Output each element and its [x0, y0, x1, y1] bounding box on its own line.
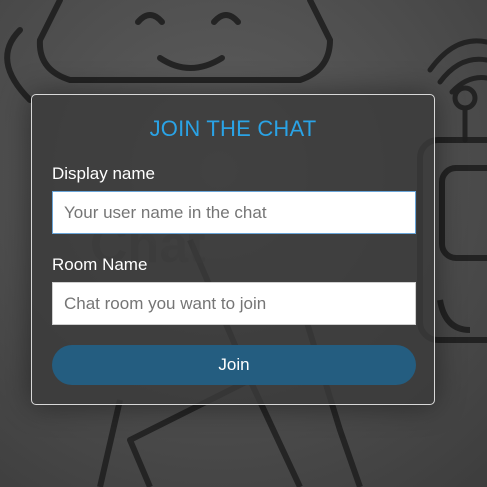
display-name-input[interactable]	[52, 191, 416, 234]
room-name-label: Room Name	[52, 255, 148, 274]
robot-face-icon	[4, 0, 334, 103]
join-button[interactable]: Join	[52, 345, 416, 385]
panel-title: JOIN THE CHAT	[149, 116, 317, 141]
join-chat-panel: JOIN THE CHAT Display name Room Name Joi…	[31, 94, 435, 405]
display-name-label: Display name	[52, 164, 155, 183]
room-name-input[interactable]	[52, 282, 416, 325]
wifi-signal-icon	[427, 38, 487, 143]
